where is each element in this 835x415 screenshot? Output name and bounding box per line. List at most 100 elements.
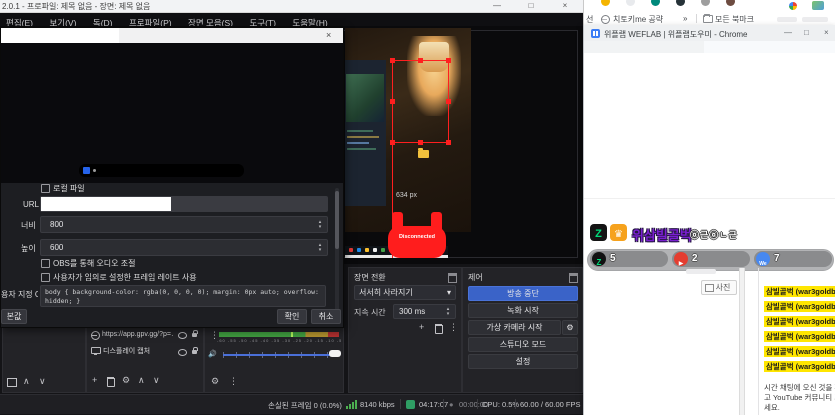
volume-slider-track[interactable]: [223, 354, 331, 356]
youtube-icon: ▶: [674, 252, 688, 266]
dock-popout-icon[interactable]: [448, 273, 457, 283]
popup-close-button[interactable]: ×: [824, 28, 829, 37]
avatar[interactable]: [726, 0, 735, 6]
bookmark-fragment[interactable]: 선: [586, 14, 593, 25]
virtual-camera-settings-button[interactable]: ⚙: [562, 320, 578, 335]
transform-handle[interactable]: [446, 58, 451, 63]
obs-statusbar: 손실된 프레임 0 (0.0%) 8140 kbps 04:17:07 ● 00…: [0, 394, 583, 414]
defaults-button[interactable]: 본값: [1, 309, 27, 324]
volume-slider-handle[interactable]: [329, 350, 341, 357]
stop-streaming-button[interactable]: 방송 중단: [468, 286, 578, 301]
scene-move-down-button[interactable]: ∨: [39, 376, 46, 387]
gamepad-body: [388, 226, 446, 258]
add-transition-button[interactable]: +: [419, 322, 424, 332]
source-move-up-button[interactable]: ∧: [138, 375, 145, 386]
custom-fps-checkbox[interactable]: [41, 273, 50, 282]
overlay-gray-dot: [93, 169, 96, 172]
ok-button[interactable]: 확인: [277, 309, 307, 324]
source-move-down-button[interactable]: ∨: [153, 375, 160, 386]
obs-titlebar[interactable]: 2.0.1 - 프로파일: 제목 없음 - 장면: 제목 없음 — □ ×: [0, 0, 583, 13]
obs-minimize-button[interactable]: —: [486, 0, 508, 11]
width-label: 너비: [21, 220, 36, 231]
chrome-popup-titlebar[interactable]: 위플랩 WEFLAB | 위플랩도우미 - Chrome — □ ×: [584, 25, 835, 42]
extension-icon[interactable]: [676, 0, 685, 6]
transform-handle[interactable]: [418, 140, 423, 145]
captured-app-window: [345, 60, 386, 206]
height-input[interactable]: 600 ▴▾: [40, 239, 328, 256]
source-lock-icon[interactable]: [192, 350, 197, 354]
extension-icon[interactable]: [651, 0, 660, 6]
add-source-button[interactable]: +: [92, 375, 97, 385]
obs-maximize-button[interactable]: □: [520, 0, 542, 11]
section-divider: [584, 198, 835, 199]
source-visibility-icon[interactable]: [178, 349, 187, 356]
transform-handle[interactable]: [446, 99, 451, 104]
audio-level-meter: [219, 332, 339, 337]
source-row-browser[interactable]: https://app.gpv.gg/?p=…: [90, 328, 200, 341]
photo-button[interactable]: 사진: [701, 280, 737, 295]
db-scale-labels: -60 -55 -50 -45 -40 -35 -30 -25 -20 -15 …: [217, 338, 341, 343]
chat-username[interactable]: 삼빌골벅 (war3goldbug): [764, 301, 835, 312]
transform-handle[interactable]: [418, 58, 423, 63]
advanced-audio-button[interactable]: ⚙: [211, 376, 219, 387]
popup-minimize-button[interactable]: —: [784, 28, 792, 37]
cancel-button[interactable]: 취소: [311, 309, 341, 324]
dialog-titlebar[interactable]: ×: [1, 28, 343, 43]
extension-icon[interactable]: [626, 0, 635, 6]
chat-username[interactable]: 삼빌골벅 (war3goldbug): [764, 316, 835, 327]
transform-handle[interactable]: [390, 58, 395, 63]
source-visibility-icon[interactable]: [178, 332, 187, 339]
settings-button[interactable]: 설정: [468, 354, 578, 369]
transition-select[interactable]: 서서히 사라지기 ▾: [354, 285, 456, 300]
all-bookmarks-folder-icon: [703, 15, 713, 23]
weflab-favicon: [591, 29, 600, 38]
chat-welcome-line: 세요.: [764, 403, 835, 412]
obs-close-button[interactable]: ×: [554, 0, 576, 11]
chat-username[interactable]: 삼빌골벅 (war3goldbug): [764, 346, 835, 357]
source-lock-icon[interactable]: [192, 333, 197, 337]
local-file-checkbox[interactable]: [41, 184, 50, 193]
chzzk-icon: Z: [592, 252, 606, 266]
scene-move-up-button[interactable]: ∧: [23, 376, 30, 387]
scrollbar[interactable]: [739, 268, 745, 415]
height-label: 높이: [21, 243, 36, 254]
statusbar-separator: [443, 399, 444, 409]
source-properties-button[interactable]: ⚙: [122, 375, 130, 386]
control-audio-checkbox[interactable]: [41, 259, 50, 268]
chat-username[interactable]: 삼빌골벅 (war3goldbug): [764, 286, 835, 297]
start-recording-button[interactable]: 녹화 시작: [468, 303, 578, 318]
source-transform-box[interactable]: [392, 60, 449, 143]
extension-icon[interactable]: [601, 0, 610, 6]
bookmarks-overflow-chevron[interactable]: »: [683, 14, 687, 23]
image-thumbnail-icon[interactable]: [812, 1, 824, 10]
width-input[interactable]: 800 ▴▾: [40, 216, 328, 233]
source-row-display[interactable]: 디스플레이 캡처: [90, 345, 200, 358]
extension-icon[interactable]: [701, 0, 710, 6]
studio-mode-button[interactable]: 스튜디오 모드: [468, 337, 578, 352]
dialog-close-icon[interactable]: ×: [326, 30, 331, 40]
url-label: URL: [23, 200, 39, 209]
chat-username[interactable]: 삼빌골벅 (war3goldbug): [764, 331, 835, 342]
url-input[interactable]: [40, 196, 328, 212]
transition-menu-button[interactable]: ⋮: [449, 322, 458, 333]
photo-button-label: 사진: [716, 283, 731, 292]
dock-popout-icon[interactable]: [569, 273, 578, 283]
chrome-popup-title: 위플랩 WEFLAB | 위플랩도우미 - Chrome: [604, 29, 747, 40]
scenes-panel-icon[interactable]: [7, 378, 17, 387]
start-virtual-camera-button[interactable]: 가상 카메라 시작: [468, 320, 561, 335]
remove-transition-button[interactable]: [435, 325, 443, 334]
remove-source-button[interactable]: [107, 378, 115, 387]
custom-css-textarea[interactable]: body { background-color: rgba(0, 0, 0, 0…: [40, 285, 326, 307]
all-bookmarks-label[interactable]: 모든 북마크: [715, 14, 754, 25]
dialog-scrollbar-thumb[interactable]: [335, 191, 339, 249]
mixer-menu-button[interactable]: ⋮: [229, 376, 238, 387]
chat-username[interactable]: 삼빌골벅 (war3goldbug): [764, 361, 835, 372]
duration-spinbox[interactable]: 300 ms ▴▾: [393, 304, 456, 319]
bookmark-item[interactable]: 치토키me 공략: [613, 14, 663, 25]
transform-handle[interactable]: [446, 140, 451, 145]
controls-dock: 제어 방송 중단 녹화 시작 가상 카메라 시작 ⚙ 스튜디오 모드 설정: [462, 267, 583, 393]
popup-maximize-button[interactable]: □: [804, 28, 809, 37]
captured-chat-line: [347, 142, 369, 144]
bitrate-signal-icon: [346, 400, 358, 409]
transform-handle[interactable]: [390, 99, 395, 104]
